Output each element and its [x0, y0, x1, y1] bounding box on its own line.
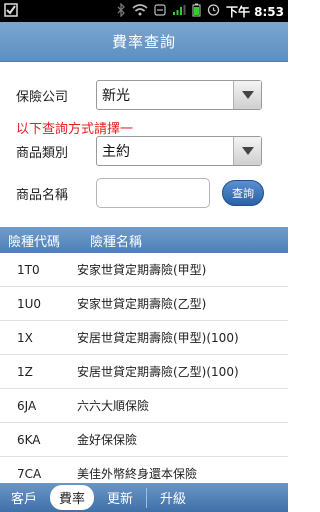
signal-icon — [172, 4, 186, 19]
list-item[interactable]: 6JA 六六大順保險 — [0, 389, 288, 423]
product-list: 1T0 安家世貸定期壽險(甲型) 1U0 安家世貸定期壽險(乙型) 1X 安居世貸定期… — [0, 253, 288, 483]
item-name: 安家世貸定期壽險(乙型) — [77, 297, 207, 311]
status-time: 下午 8:53 — [225, 4, 284, 19]
sync-icon — [154, 3, 166, 19]
battery-icon — [192, 3, 201, 20]
query-hint: 以下查詢方式請擇一 — [16, 122, 134, 137]
tab-divider — [146, 487, 148, 508]
status-bar: 下午 8:53 — [0, 0, 288, 22]
tab-update[interactable]: 更新 — [98, 485, 142, 510]
category-label: 商品類別 — [16, 145, 69, 161]
bottom-tab-bar: 客戶 費率 更新 升級 — [0, 483, 288, 512]
category-row: 商品類別 主約 — [0, 136, 288, 166]
item-code: 1Z — [17, 364, 33, 379]
list-item[interactable]: 6KA 金好保保險 — [0, 423, 288, 457]
tab-upgrade[interactable]: 升級 — [151, 485, 195, 510]
item-code: 6KA — [17, 432, 41, 447]
item-code: 1X — [17, 330, 33, 345]
chevron-down-icon[interactable] — [233, 81, 261, 109]
item-name: 美佳外幣終身還本保險 — [77, 467, 198, 481]
category-select-value: 主約 — [102, 144, 130, 160]
item-name: 安居世貸定期壽險(乙型)(100) — [77, 365, 239, 379]
tab-rates[interactable]: 費率 — [50, 485, 95, 510]
column-header-code: 險種代碼 — [8, 234, 61, 250]
chevron-down-icon[interactable] — [233, 137, 261, 165]
item-code: 6JA — [17, 398, 37, 413]
list-item[interactable]: 1Z 安居世貸定期壽險(乙型)(100) — [0, 355, 288, 389]
company-select-value: 新光 — [102, 88, 130, 104]
company-select[interactable]: 新光 — [96, 80, 262, 110]
product-name-row: 商品名稱 查詢 — [0, 178, 288, 208]
product-name-label: 商品名稱 — [16, 187, 69, 203]
list-item[interactable]: 7CA 美佳外幣終身還本保險 — [0, 457, 288, 483]
item-code: 1U0 — [17, 296, 42, 311]
product-name-input[interactable] — [96, 178, 210, 208]
alarm-icon — [207, 3, 220, 19]
item-name: 安居世貸定期壽險(甲型)(100) — [77, 331, 239, 345]
query-form: 保險公司 新光 以下查詢方式請擇一 商品類別 主約 商品名稱 查詢 — [0, 62, 288, 222]
category-select[interactable]: 主約 — [96, 136, 262, 166]
wifi-icon — [132, 3, 148, 19]
item-code: 1T0 — [17, 262, 40, 277]
checkbox-notification-icon — [4, 2, 18, 21]
list-item[interactable]: 1T0 安家世貸定期壽險(甲型) — [0, 253, 288, 287]
bluetooth-icon — [116, 1, 126, 20]
column-header-name: 險種名稱 — [90, 234, 143, 250]
tab-customers[interactable]: 客戶 — [2, 485, 46, 510]
item-name: 金好保保險 — [77, 433, 138, 447]
page-title: 費率查詢 — [0, 22, 288, 62]
item-name: 安家世貸定期壽險(甲型) — [77, 263, 207, 277]
company-label: 保險公司 — [16, 89, 69, 105]
item-name: 六六大順保險 — [77, 399, 150, 413]
query-button[interactable]: 查詢 — [222, 180, 264, 206]
list-item[interactable]: 1X 安居世貸定期壽險(甲型)(100) — [0, 321, 288, 355]
table-header: 險種代碼 險種名稱 — [0, 227, 288, 253]
company-row: 保險公司 新光 — [0, 80, 288, 110]
item-code: 7CA — [17, 466, 42, 481]
list-item[interactable]: 1U0 安家世貸定期壽險(乙型) — [0, 287, 288, 321]
